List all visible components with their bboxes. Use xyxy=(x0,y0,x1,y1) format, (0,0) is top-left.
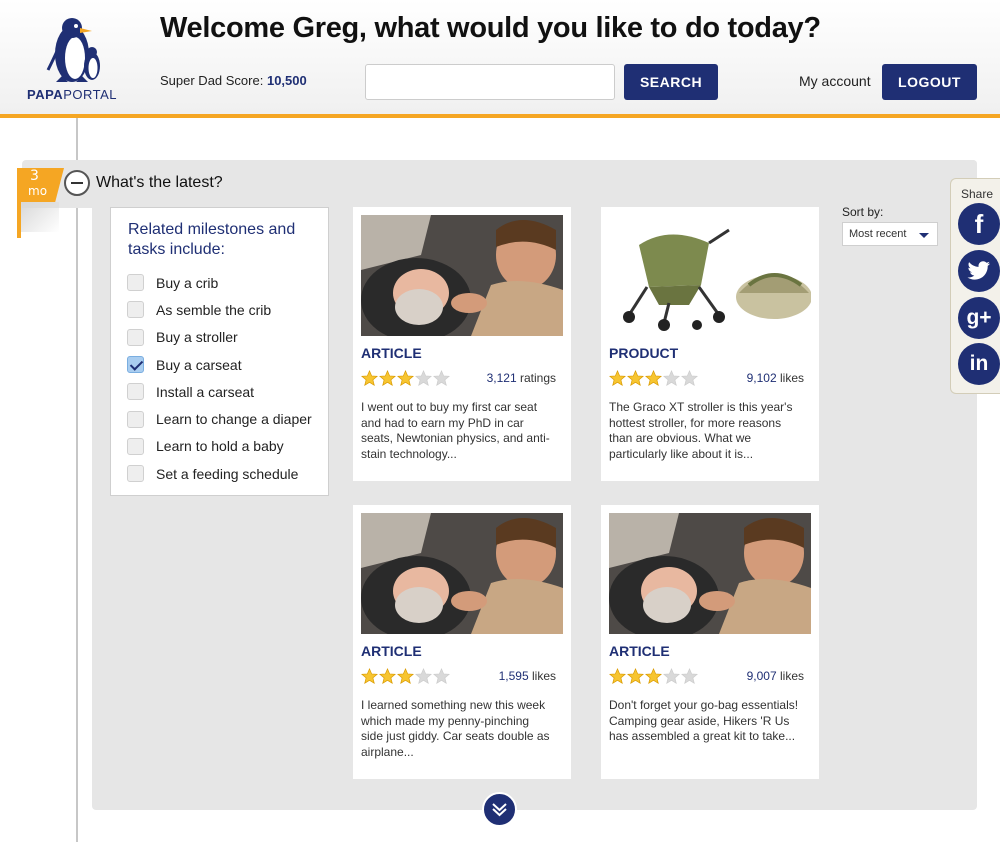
star-filled-icon xyxy=(379,370,396,387)
papa-portal-logo[interactable]: PAPAPORTAL xyxy=(26,14,118,102)
score-label: Super Dad Score: xyxy=(160,73,264,88)
flag-icon: 3 mo xyxy=(20,168,64,202)
facebook-icon[interactable]: f xyxy=(958,203,1000,245)
card-type: PRODUCT xyxy=(609,345,679,361)
star-empty-icon xyxy=(681,370,698,387)
star-filled-icon xyxy=(645,668,662,685)
star-rating xyxy=(609,370,699,387)
my-account-link[interactable]: My account xyxy=(799,73,871,89)
star-empty-icon xyxy=(663,370,680,387)
checkbox[interactable] xyxy=(127,437,144,455)
header: PAPAPORTAL Welcome Greg, what would you … xyxy=(0,0,1000,118)
caret-down-icon xyxy=(919,233,929,238)
star-filled-icon xyxy=(397,370,414,387)
carseat-photo[interactable] xyxy=(361,215,563,336)
welcome-heading: Welcome Greg, what would you like to do … xyxy=(160,12,821,44)
logout-button[interactable]: LOGOUT xyxy=(882,64,977,100)
milestones-box: Related milestones and tasks include: Bu… xyxy=(110,207,329,496)
checkbox-checked[interactable] xyxy=(127,356,144,374)
checkbox[interactable] xyxy=(127,274,144,292)
card-count: 3,121 ratings xyxy=(486,371,556,385)
share-panel: Share f g+ in xyxy=(950,178,1000,394)
star-filled-icon xyxy=(379,668,396,685)
milestone-item[interactable]: Buy a carseat xyxy=(127,351,312,378)
collapse-minus-icon[interactable] xyxy=(64,170,90,196)
penguin-logo-icon xyxy=(46,18,100,82)
checkbox[interactable] xyxy=(127,383,144,401)
star-filled-icon xyxy=(397,668,414,685)
milestone-item[interactable]: Set a feeding schedule xyxy=(127,460,312,487)
checkbox[interactable] xyxy=(127,301,144,319)
star-filled-icon xyxy=(645,370,662,387)
milestone-item[interactable]: Buy a stroller xyxy=(127,324,312,351)
content-card[interactable]: ARTICLE 9,007 likes Don't forget your go… xyxy=(601,505,819,779)
star-empty-icon xyxy=(415,668,432,685)
card-type: ARTICLE xyxy=(361,345,422,361)
card-count: 9,102 likes xyxy=(746,371,804,385)
checkbox[interactable] xyxy=(127,328,144,346)
checkbox[interactable] xyxy=(127,410,144,428)
star-rating xyxy=(361,370,451,387)
card-description: I learned something new this week which … xyxy=(361,698,550,759)
star-rating xyxy=(361,668,451,685)
star-rating xyxy=(609,668,699,685)
content-card[interactable]: PRODUCT 9,102 likes The Graco XT strolle… xyxy=(601,207,819,481)
search-input[interactable] xyxy=(365,64,615,100)
flag-unit: mo xyxy=(28,184,48,198)
score-value: 10,500 xyxy=(266,73,307,88)
load-more-chevron-icon[interactable] xyxy=(482,792,517,827)
logo-text-portal: PORTAL xyxy=(63,87,118,102)
content-card[interactable]: ARTICLE 3,121 ratings I went out to buy … xyxy=(353,207,571,481)
star-empty-icon xyxy=(433,668,450,685)
super-dad-score: Super Dad Score: 10,500 xyxy=(160,73,307,88)
card-count: 9,007 likes xyxy=(746,669,804,683)
star-filled-icon xyxy=(627,370,644,387)
section-title: What's the latest? xyxy=(96,174,223,191)
share-label: Share xyxy=(960,187,994,201)
timeline-line xyxy=(76,118,78,842)
sort-dropdown[interactable]: Most recent xyxy=(842,222,938,246)
card-description: I went out to buy my first car seat and … xyxy=(361,400,550,461)
star-filled-icon xyxy=(609,668,626,685)
star-filled-icon xyxy=(609,370,626,387)
milestones-list: Buy a crib As semble the crib Buy a stro… xyxy=(127,269,312,487)
timeline-flag[interactable]: 3 mo xyxy=(17,168,65,238)
milestones-heading: Related milestones and tasks include: xyxy=(128,221,296,258)
milestone-item[interactable]: Learn to change a diaper xyxy=(127,405,312,432)
twitter-icon[interactable] xyxy=(958,250,1000,292)
logo-text-papa: PAPA xyxy=(26,87,64,102)
star-filled-icon xyxy=(361,668,378,685)
card-description: The Graco XT stroller is this year's hot… xyxy=(609,400,793,461)
milestone-item[interactable]: Buy a crib xyxy=(127,269,312,296)
milestone-item[interactable]: Learn to hold a baby xyxy=(127,433,312,460)
stroller-photo[interactable] xyxy=(609,215,811,336)
star-empty-icon xyxy=(663,668,680,685)
star-empty-icon xyxy=(415,370,432,387)
checkbox[interactable] xyxy=(127,465,144,483)
card-type: ARTICLE xyxy=(361,643,422,659)
sort-value: Most recent xyxy=(849,228,907,240)
carseat-photo[interactable] xyxy=(609,513,811,634)
card-type: ARTICLE xyxy=(609,643,670,659)
star-empty-icon xyxy=(681,668,698,685)
content-card[interactable]: ARTICLE 1,595 likes I learned something … xyxy=(353,505,571,779)
googleplus-icon[interactable]: g+ xyxy=(958,297,1000,339)
card-description: Don't forget your go-bag essentials! Cam… xyxy=(609,698,799,743)
star-empty-icon xyxy=(433,370,450,387)
carseat-photo[interactable] xyxy=(361,513,563,634)
milestone-item[interactable]: As semble the crib xyxy=(127,296,312,323)
star-filled-icon xyxy=(627,668,644,685)
sort-label: Sort by: xyxy=(842,205,884,219)
search-button[interactable]: SEARCH xyxy=(624,64,718,100)
milestone-item[interactable]: Install a carseat xyxy=(127,378,312,405)
linkedin-icon[interactable]: in xyxy=(958,343,1000,385)
star-filled-icon xyxy=(361,370,378,387)
flag-number: 3 xyxy=(30,168,39,184)
card-count: 1,595 likes xyxy=(498,669,556,683)
